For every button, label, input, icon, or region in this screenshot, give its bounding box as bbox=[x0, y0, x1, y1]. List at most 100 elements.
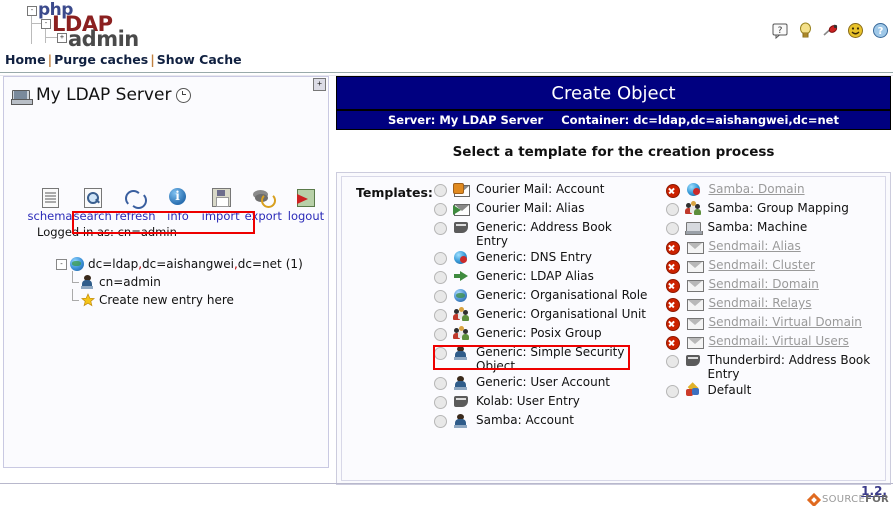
clock-icon bbox=[176, 87, 192, 103]
template-option-samba-domain: Samba: Domain bbox=[665, 182, 880, 199]
person-icon bbox=[453, 345, 470, 360]
smiley-icon[interactable] bbox=[847, 22, 864, 39]
radio-button[interactable] bbox=[434, 271, 447, 284]
info-icon bbox=[167, 187, 189, 208]
tree-root-node[interactable]: - dc=ldap,dc=aishangwei,dc=net (1) bbox=[56, 255, 303, 273]
radio-button[interactable] bbox=[434, 377, 447, 390]
globe-icon bbox=[70, 257, 84, 271]
sidebar-tool-refresh[interactable]: refresh bbox=[115, 187, 156, 223]
template-option-samba-account[interactable]: Samba: Account bbox=[434, 413, 648, 430]
template-option-courier-mail-alias[interactable]: Courier Mail: Alias bbox=[434, 201, 648, 218]
import-icon bbox=[210, 187, 232, 208]
server-header: My LDAP Server bbox=[11, 85, 192, 105]
dns-icon bbox=[453, 250, 470, 265]
template-option-samba-group-mapping[interactable]: Samba: Group Mapping bbox=[665, 201, 880, 218]
template-option-thunderbird-address-book-entry[interactable]: Thunderbird: Address Book Entry bbox=[665, 353, 880, 381]
templates-label: Templates: bbox=[356, 185, 433, 200]
template-option-generic-posix-group[interactable]: Generic: Posix Group bbox=[434, 326, 648, 343]
help-bubble-icon[interactable]: ? bbox=[772, 22, 789, 40]
sidebar-panel: + My LDAP Server schema search refresh i… bbox=[3, 76, 329, 468]
nav-link-home[interactable]: Home bbox=[5, 52, 46, 67]
tree-child-node[interactable]: cn=admin bbox=[56, 271, 303, 291]
mail-account-icon bbox=[453, 182, 470, 197]
radio-button[interactable] bbox=[434, 347, 447, 360]
lightbulb-icon[interactable] bbox=[797, 22, 814, 39]
template-option-generic-organisational-role[interactable]: Generic: Organisational Role bbox=[434, 288, 648, 305]
tool-label: search bbox=[73, 209, 112, 223]
main-nav: Home | Purge caches | Show Cache bbox=[0, 52, 893, 73]
envelope-icon bbox=[686, 258, 704, 273]
tree-root-label[interactable]: dc=ldap,dc=aishangwei,dc=net bbox=[88, 257, 282, 271]
tree-elbow bbox=[68, 271, 79, 289]
server-name[interactable]: My LDAP Server bbox=[36, 85, 171, 105]
radio-button[interactable] bbox=[434, 252, 447, 265]
tree-create-entry-node[interactable]: Create new entry here bbox=[56, 289, 303, 309]
option-label: Thunderbird: Address Book Entry bbox=[707, 353, 871, 381]
logo-tree-line bbox=[45, 37, 57, 38]
sidebar-tool-logout[interactable]: logout bbox=[286, 187, 326, 223]
radio-button[interactable] bbox=[434, 184, 447, 197]
template-option-generic-simple-security-object[interactable]: Generic: Simple Security Object bbox=[434, 345, 648, 373]
template-option-kolab-user-entry[interactable]: Kolab: User Entry bbox=[434, 394, 648, 411]
radio-button[interactable] bbox=[434, 203, 447, 216]
nav-link-show-cache[interactable]: Show Cache bbox=[157, 52, 242, 67]
nav-link-purge-caches[interactable]: Purge caches bbox=[54, 52, 148, 67]
option-label: Samba: Account bbox=[476, 413, 574, 427]
option-label: Generic: DNS Entry bbox=[476, 250, 592, 264]
sidebar-toolbar: schema search refresh info import bbox=[28, 187, 326, 223]
option-label: Samba: Domain bbox=[708, 182, 805, 196]
template-option-sendmail-alias: Sendmail: Alias bbox=[665, 239, 880, 256]
radio-button[interactable] bbox=[434, 309, 447, 322]
template-option-generic-organisational-unit[interactable]: Generic: Organisational Unit bbox=[434, 307, 648, 324]
person-icon bbox=[453, 375, 470, 390]
bug-icon[interactable] bbox=[822, 22, 839, 39]
template-option-generic-dns-entry[interactable]: Generic: DNS Entry bbox=[434, 250, 648, 267]
page-title: Create Object bbox=[336, 76, 891, 109]
create-new-entry-label[interactable]: Create new entry here bbox=[99, 293, 234, 307]
sourceforge-logo[interactable]: SOURCEFOR bbox=[806, 492, 889, 506]
sidebar-tool-export[interactable]: export bbox=[243, 187, 283, 223]
sidebar-tool-info[interactable]: info bbox=[158, 187, 198, 223]
tool-label: refresh bbox=[115, 209, 156, 223]
sourceforge-diamond-icon bbox=[806, 492, 822, 506]
template-option-sendmail-relays: Sendmail: Relays bbox=[665, 296, 880, 313]
option-label: Sendmail: Alias bbox=[708, 239, 801, 253]
template-panel-inner: Templates: Courier Mail: Account Courier… bbox=[341, 176, 886, 481]
option-label: Kolab: User Entry bbox=[476, 394, 580, 408]
option-label: Generic: Posix Group bbox=[476, 326, 602, 340]
tree-collapse-toggle[interactable]: - bbox=[56, 258, 67, 270]
user-icon bbox=[81, 275, 95, 289]
sidebar-tool-import[interactable]: import bbox=[201, 187, 241, 223]
template-option-courier-mail-account[interactable]: Courier Mail: Account bbox=[434, 182, 648, 199]
radio-button[interactable] bbox=[434, 222, 447, 235]
radio-button[interactable] bbox=[434, 396, 447, 409]
tree-child-label[interactable]: cn=admin bbox=[99, 275, 161, 289]
question-circle-icon[interactable]: ? bbox=[872, 22, 889, 39]
radio-button[interactable] bbox=[434, 328, 447, 341]
template-option-default[interactable]: Default bbox=[665, 383, 880, 400]
template-column-right: Samba: Domain Samba: Group Mapping Samba… bbox=[665, 182, 880, 432]
template-option-generic-ldap-alias[interactable]: Generic: LDAP Alias bbox=[434, 269, 648, 286]
mail-alias-icon bbox=[453, 201, 470, 216]
template-columns: Courier Mail: Account Courier Mail: Alia… bbox=[434, 182, 879, 432]
template-option-generic-address-book-entry[interactable]: Generic: Address Book Entry bbox=[434, 220, 648, 248]
template-option-generic-user-account[interactable]: Generic: User Account bbox=[434, 375, 648, 392]
radio-button[interactable] bbox=[665, 385, 679, 398]
radio-button[interactable] bbox=[665, 355, 679, 368]
ldap-tree: - dc=ldap,dc=aishangwei,dc=net (1) cn=ad… bbox=[56, 255, 303, 309]
template-option-samba-machine[interactable]: Samba: Machine bbox=[665, 220, 880, 237]
disabled-x-icon bbox=[665, 260, 680, 274]
radio-button[interactable] bbox=[434, 290, 447, 303]
green-arrow-icon bbox=[453, 269, 470, 284]
container-label: Container: bbox=[561, 113, 630, 127]
template-option-sendmail-cluster: Sendmail: Cluster bbox=[665, 258, 880, 275]
globe-icon bbox=[453, 288, 470, 303]
radio-button[interactable] bbox=[434, 415, 447, 428]
option-label: Generic: Organisational Unit bbox=[476, 307, 646, 321]
radio-button[interactable] bbox=[665, 203, 679, 216]
sidebar-tool-schema[interactable]: schema bbox=[28, 187, 72, 223]
sidebar-tool-search[interactable]: search bbox=[73, 187, 113, 223]
radio-button[interactable] bbox=[665, 222, 679, 235]
sidebar-expand-button[interactable]: + bbox=[313, 78, 326, 91]
svg-text:?: ? bbox=[878, 26, 884, 37]
